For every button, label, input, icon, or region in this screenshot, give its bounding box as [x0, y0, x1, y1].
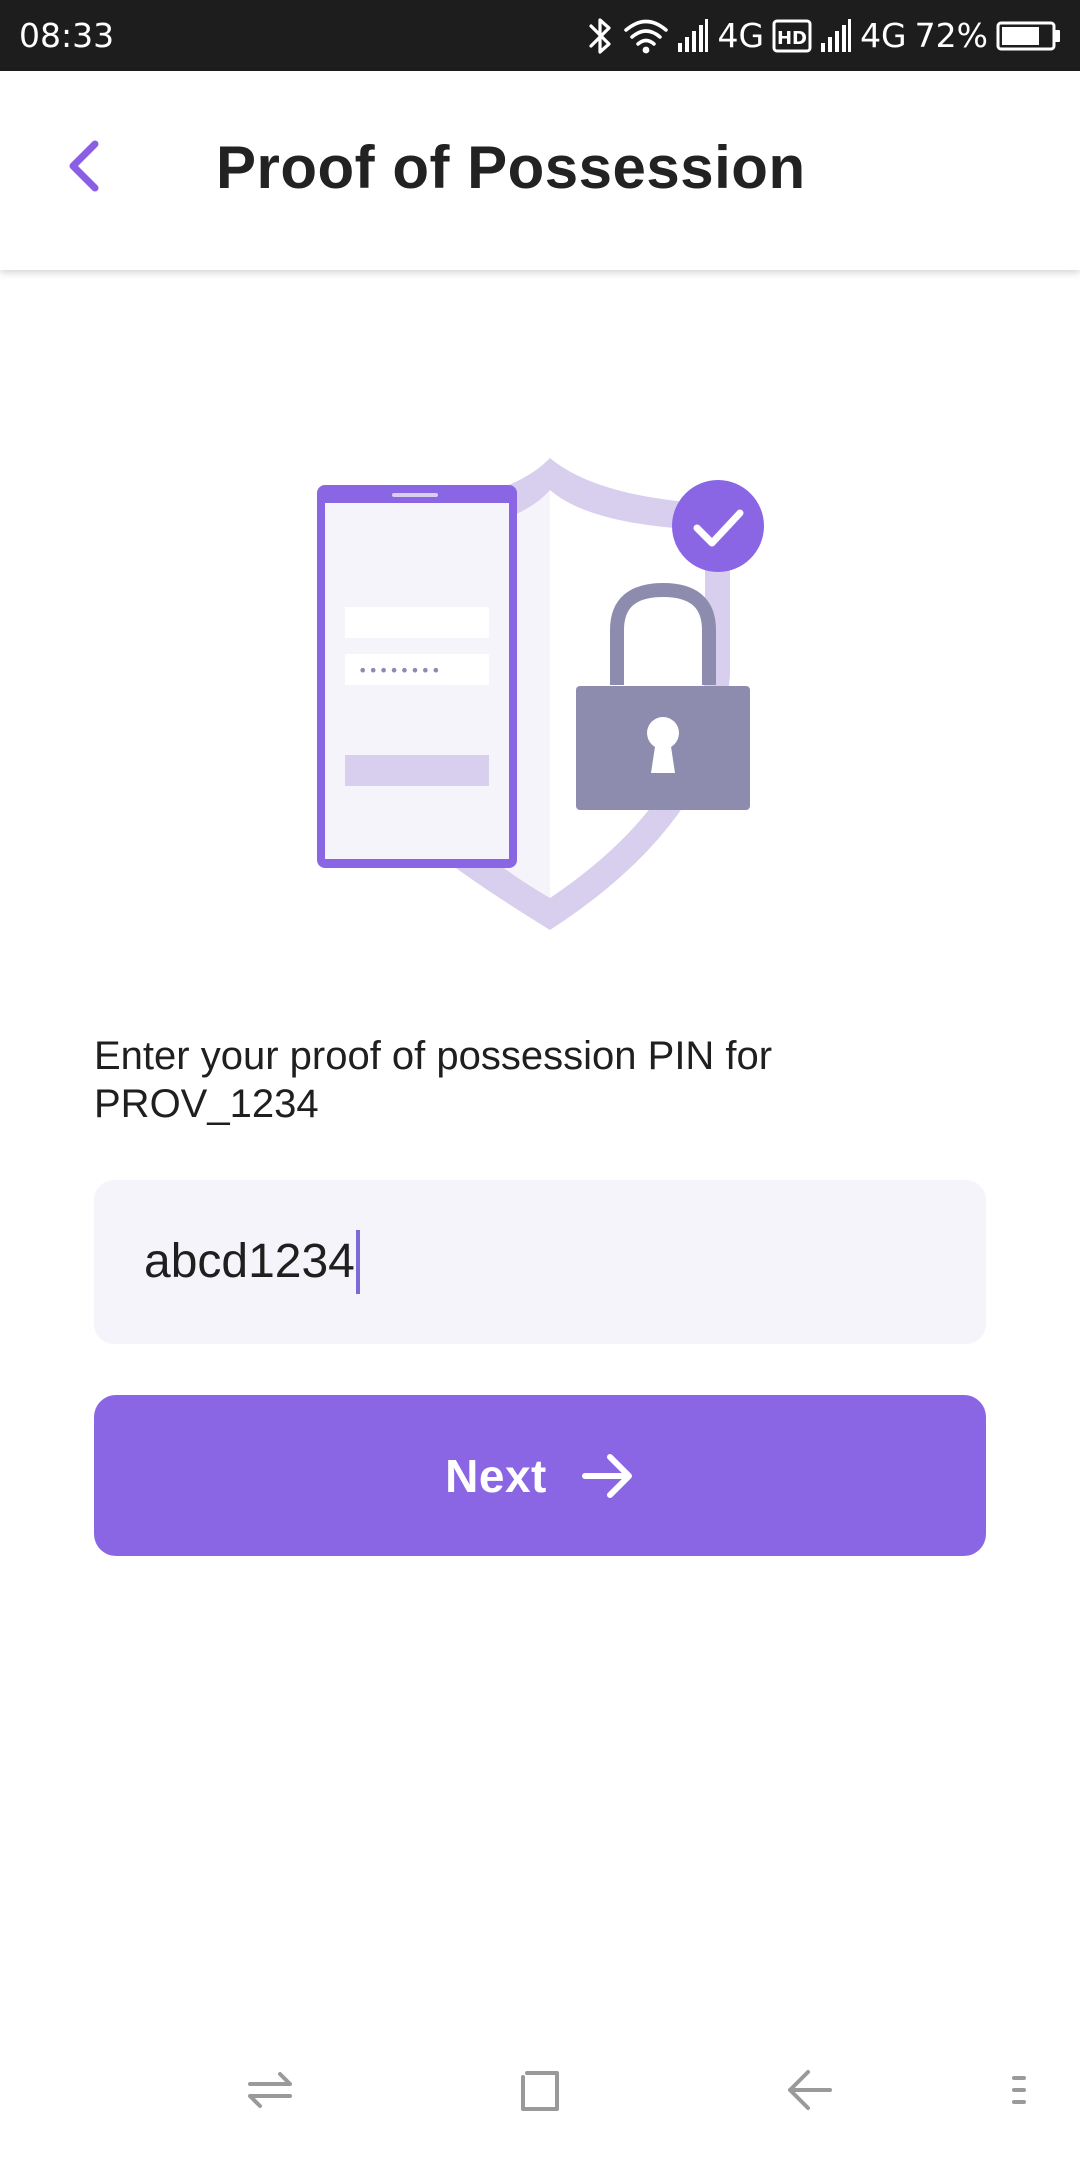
illustration: •••••••• [300, 450, 780, 940]
status-time: 08:33 [19, 16, 115, 55]
switch-apps-icon [248, 2072, 292, 2108]
hd-icon: HD [772, 19, 812, 53]
signal-icon [678, 19, 709, 52]
svg-text:HD: HD [777, 28, 807, 49]
battery-icon [996, 21, 1060, 51]
network-type-1: 4G [717, 16, 765, 55]
signal-icon [821, 19, 852, 52]
pin-input-value-row: abcd1234 [144, 1230, 360, 1294]
bluetooth-icon [589, 18, 612, 54]
battery-percent: 72% [914, 16, 988, 55]
chevron-left-icon [69, 140, 99, 192]
home-button[interactable] [510, 2060, 570, 2120]
next-button[interactable]: Next [94, 1395, 986, 1556]
menu-button[interactable] [990, 2060, 1050, 2120]
pin-prompt: Enter your proof of possession PIN for P… [94, 1034, 773, 1126]
system-back-button[interactable] [780, 2060, 840, 2120]
app-bar: Proof of Possession [0, 71, 1080, 270]
menu-icon [1012, 2076, 1026, 2104]
arrow-right-icon [581, 1453, 632, 1498]
wifi-icon [624, 19, 669, 54]
masked-password: •••••••• [358, 661, 442, 680]
pin-input-field[interactable]: abcd1234 [94, 1180, 986, 1344]
next-button-label: Next [445, 1449, 547, 1502]
page-title: Proof of Possession [216, 134, 806, 201]
check-badge-icon [672, 480, 764, 572]
system-nav-bar [0, 2030, 1080, 2150]
network-type-2: 4G [860, 16, 907, 55]
status-icons: 4G HD 4G 72% [585, 10, 1062, 62]
back-button[interactable] [44, 126, 124, 206]
back-icon [788, 2070, 832, 2110]
text-caret [355, 1230, 360, 1294]
switch-apps-button[interactable] [240, 2060, 300, 2120]
home-icon [521, 2071, 559, 2111]
status-bar: 08:33 4G HD 4G 72% [0, 0, 1080, 71]
pin-input-value: abcd1234 [144, 1235, 355, 1288]
phone-icon: •••••••• [317, 485, 517, 868]
